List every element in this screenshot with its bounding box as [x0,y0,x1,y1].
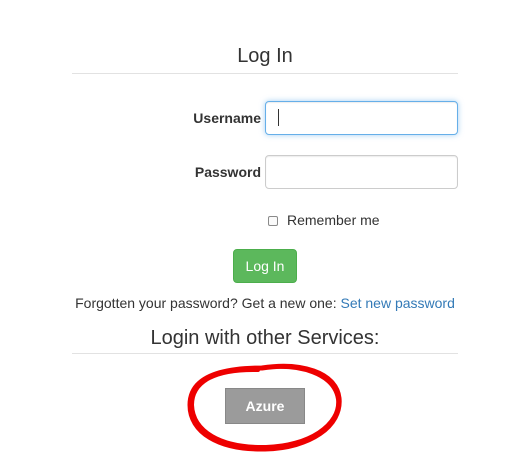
password-input[interactable] [265,155,458,189]
set-new-password-link[interactable]: Set new password [340,295,454,311]
services-divider [72,353,458,354]
username-input[interactable] [265,101,458,135]
username-label: Username [193,110,261,126]
azure-login-button[interactable]: Azure [225,388,305,424]
login-page: Log In Username Password Remember me Log… [0,0,530,461]
login-button[interactable]: Log In [233,249,297,283]
password-label: Password [194,164,261,180]
title-divider [72,73,458,74]
forgot-password-text: Forgotten your password? Get a new one: [75,295,341,311]
remember-me-label[interactable]: Remember me [287,212,380,228]
login-title: Log In [237,45,293,67]
remember-me-checkbox[interactable] [268,216,278,226]
text-cursor [278,109,279,126]
other-services-title: Login with other Services: [150,327,380,349]
forgot-password-line: Forgotten your password? Get a new one: … [0,295,530,311]
